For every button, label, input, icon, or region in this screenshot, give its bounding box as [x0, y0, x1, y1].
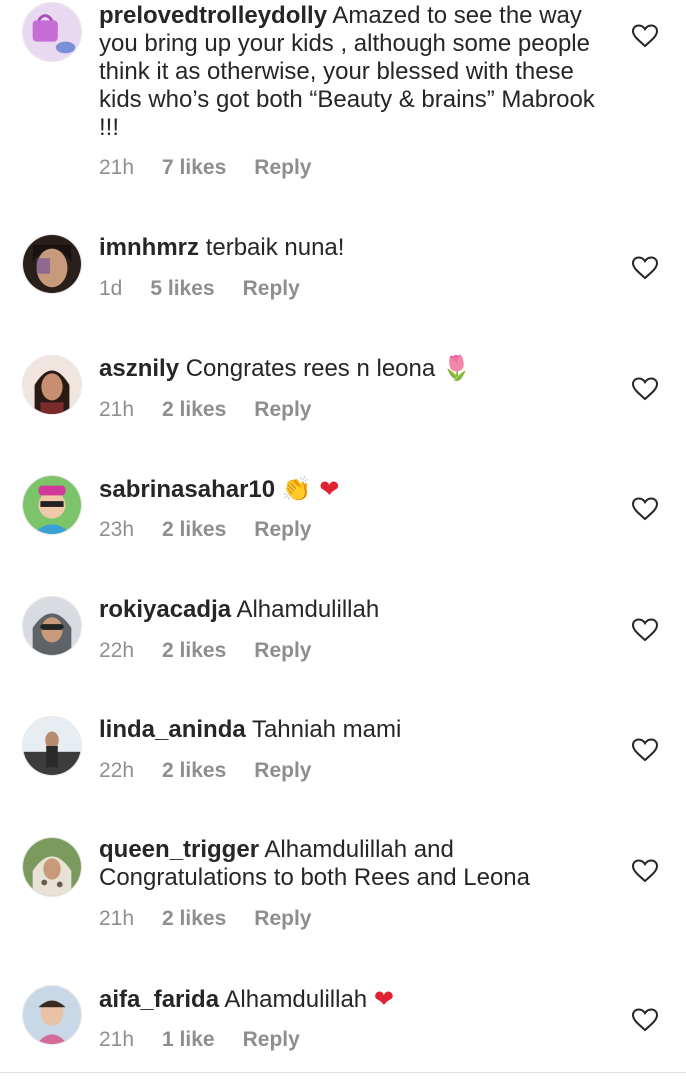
- comment-likes[interactable]: 2 likes: [162, 639, 226, 663]
- avatar[interactable]: [22, 2, 82, 62]
- comment-time[interactable]: 21h: [99, 1028, 134, 1052]
- avatar[interactable]: [22, 837, 82, 897]
- comment-time[interactable]: 23h: [99, 518, 134, 542]
- avatar[interactable]: [22, 716, 82, 776]
- heart-icon[interactable]: [632, 859, 658, 883]
- reply-button[interactable]: Reply: [254, 398, 311, 422]
- reply-button[interactable]: Reply: [254, 907, 311, 931]
- reply-button[interactable]: Reply: [254, 518, 311, 542]
- comment-username[interactable]: prelovedtrolleydolly: [99, 2, 327, 29]
- comment-likes[interactable]: 2 likes: [162, 907, 226, 931]
- comment-time[interactable]: 21h: [99, 156, 134, 180]
- comment-username[interactable]: aifa_farida: [99, 986, 219, 1013]
- comment-time[interactable]: 22h: [99, 639, 134, 663]
- comment-likes[interactable]: 2 likes: [162, 759, 226, 783]
- comment-likes[interactable]: 2 likes: [162, 398, 226, 422]
- comment-meta: 22h 2 likes Reply: [99, 639, 339, 663]
- reply-button[interactable]: Reply: [243, 1028, 300, 1052]
- reply-button[interactable]: Reply: [243, 277, 300, 301]
- comment-body: terbaik nuna!: [205, 234, 345, 261]
- heart-icon[interactable]: [632, 1008, 658, 1032]
- comment-meta: 22h 2 likes Reply: [99, 759, 339, 783]
- heart-icon[interactable]: [632, 497, 658, 521]
- comment-meta: 1d 5 likes Reply: [99, 277, 328, 301]
- comment-text: linda_aninda Tahniah mami: [99, 716, 599, 744]
- comment-meta: 21h 2 likes Reply: [99, 907, 339, 931]
- comment-likes[interactable]: 5 likes: [150, 277, 214, 301]
- comment-meta: 21h 1 like Reply: [99, 1028, 328, 1052]
- comment-username[interactable]: linda_aninda: [99, 716, 246, 743]
- heart-icon[interactable]: [632, 738, 658, 762]
- comment-time[interactable]: 21h: [99, 398, 134, 422]
- comment-username[interactable]: queen_trigger: [99, 836, 259, 863]
- comment-likes[interactable]: 1 like: [162, 1028, 215, 1052]
- comment-meta: 21h 2 likes Reply: [99, 398, 339, 422]
- reply-button[interactable]: Reply: [254, 639, 311, 663]
- comment-text: aifa_farida Alhamdulillah ❤: [99, 985, 599, 1014]
- heart-icon[interactable]: [632, 618, 658, 642]
- reply-button[interactable]: Reply: [254, 156, 311, 180]
- comment-text: rokiyacadja Alhamdulillah: [99, 596, 599, 624]
- comment-meta: 21h 7 likes Reply: [99, 156, 339, 180]
- comment-likes[interactable]: 7 likes: [162, 156, 226, 180]
- avatar[interactable]: [22, 234, 82, 294]
- comment-text: asznily Congrates rees n leona 🌷: [99, 354, 599, 383]
- comment-text: prelovedtrolleydolly Amazed to see the w…: [99, 2, 599, 142]
- comment-text: imnhmrz terbaik nuna!: [99, 234, 599, 262]
- clap-heart-emoji: 👏 ❤: [281, 475, 340, 503]
- avatar[interactable]: [22, 475, 82, 535]
- comment-time[interactable]: 22h: [99, 759, 134, 783]
- comment-username[interactable]: imnhmrz: [99, 234, 199, 261]
- avatar[interactable]: [22, 985, 82, 1045]
- comment-body: Congrates rees n leona: [185, 355, 436, 382]
- comment-time[interactable]: 21h: [99, 907, 134, 931]
- comment-username[interactable]: asznily: [99, 355, 179, 382]
- divider: [0, 1072, 686, 1073]
- comment-body: Tahniah mami: [251, 716, 402, 743]
- avatar[interactable]: [22, 596, 82, 656]
- red-heart-emoji: ❤: [373, 985, 394, 1013]
- reply-button[interactable]: Reply: [254, 759, 311, 783]
- heart-icon[interactable]: [632, 24, 658, 48]
- comment-username[interactable]: sabrinasahar10: [99, 476, 275, 503]
- tulip-emoji: 🌷: [441, 354, 472, 382]
- comment-username[interactable]: rokiyacadja: [99, 596, 231, 623]
- comment-body: Alhamdulillah: [224, 986, 368, 1013]
- comment-meta: 23h 2 likes Reply: [99, 518, 339, 542]
- comment-text: queen_trigger Alhamdulillah and Congratu…: [99, 836, 599, 892]
- heart-icon[interactable]: [632, 377, 658, 401]
- comment-text: sabrinasahar10 👏 ❤: [99, 475, 599, 504]
- avatar[interactable]: [22, 355, 82, 415]
- comment-time[interactable]: 1d: [99, 277, 122, 301]
- comment-body: Alhamdulillah: [236, 596, 380, 623]
- comment-likes[interactable]: 2 likes: [162, 518, 226, 542]
- heart-icon[interactable]: [632, 256, 658, 280]
